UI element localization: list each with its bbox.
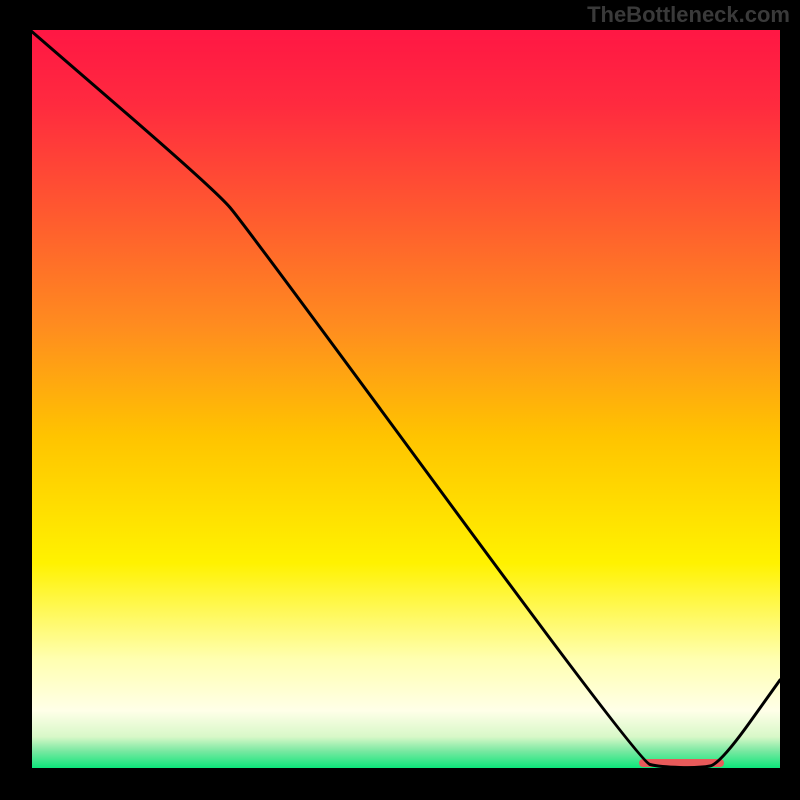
chart-container: TheBottleneck.com xyxy=(0,0,800,800)
bottleneck-chart xyxy=(0,0,800,800)
plot-background xyxy=(30,30,780,770)
